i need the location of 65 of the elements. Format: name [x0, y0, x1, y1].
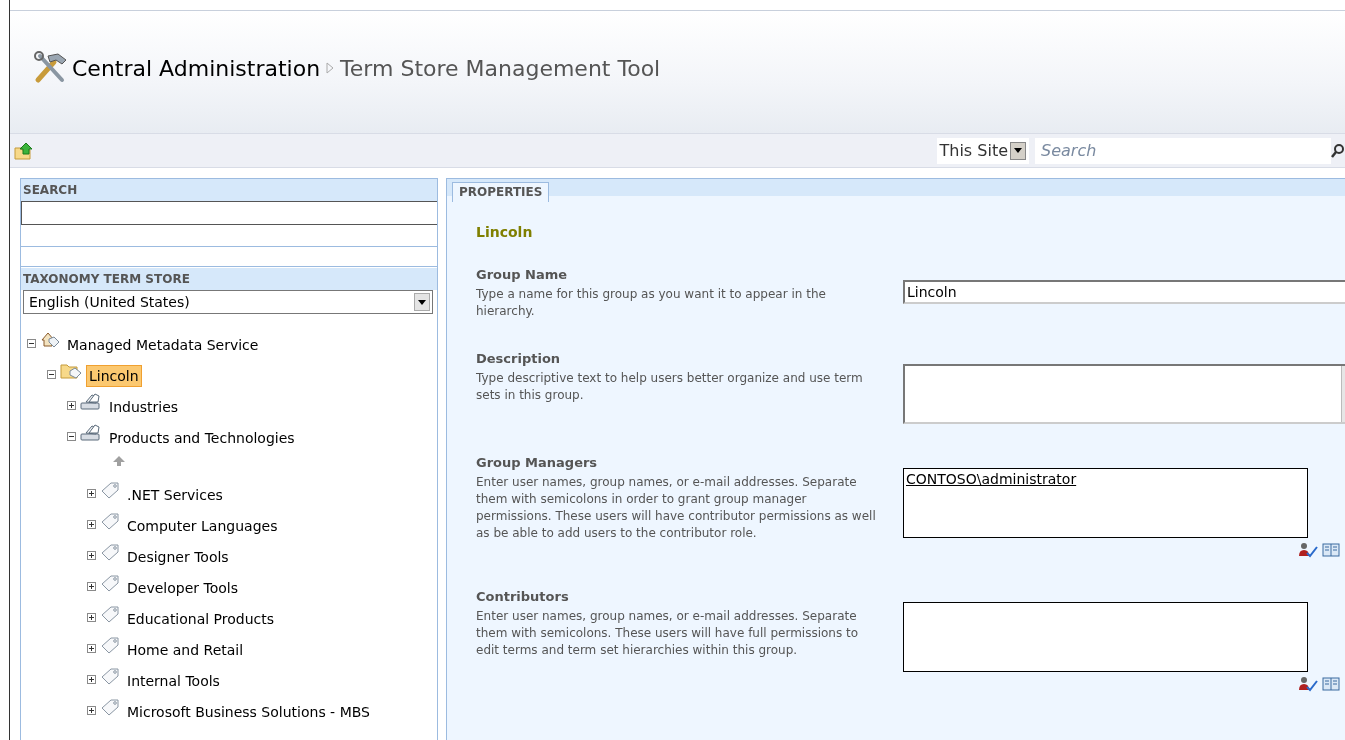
expand-icon[interactable]: [87, 675, 96, 684]
address-book-icon[interactable]: [1322, 542, 1340, 558]
tag-icon: [100, 543, 120, 561]
tag-icon: [100, 605, 120, 623]
expand-icon[interactable]: [87, 489, 96, 498]
tag-icon: [100, 636, 120, 654]
check-names-icon[interactable]: [1298, 542, 1318, 558]
scrollbar[interactable]: [1341, 366, 1345, 422]
tag-icon: [100, 512, 120, 530]
search-icon[interactable]: [1331, 142, 1345, 159]
group-heading: Lincoln: [476, 223, 533, 242]
check-names-icon[interactable]: [1298, 676, 1318, 692]
people-picker-field[interactable]: [903, 602, 1308, 672]
scope-dropdown[interactable]: This Site: [936, 137, 1029, 164]
breadcrumb-link[interactable]: Central Administration: [72, 51, 321, 85]
tree-item[interactable]: Lincoln: [86, 365, 142, 387]
language-dropdown[interactable]: English (United States): [23, 290, 433, 314]
tree-item[interactable]: Developer Tools: [124, 577, 241, 599]
folder-tag-icon: [60, 362, 82, 380]
tree-item[interactable]: Educational Products: [124, 608, 278, 630]
tag-icon: [100, 481, 120, 499]
collapse-icon[interactable]: [27, 339, 36, 348]
tag-icon: [100, 574, 120, 592]
properties-tab[interactable]: PROPERTIES: [452, 182, 550, 202]
expand-icon[interactable]: [87, 582, 96, 591]
section-description: Type a name for this group as you want it to appear in the hierarchy.: [476, 286, 827, 320]
tree-item[interactable]: Computer Languages: [124, 515, 281, 537]
tree-item[interactable]: .NET Services: [124, 484, 226, 506]
section-title: Description: [476, 350, 562, 368]
up-arrow-icon[interactable]: [112, 455, 126, 467]
search-panel-header: SEARCH: [21, 179, 437, 201]
people-picker-field[interactable]: CONTOSO\administrator: [903, 468, 1308, 538]
textarea-field[interactable]: [903, 364, 1345, 424]
search-field[interactable]: Search: [1035, 137, 1331, 164]
section-title: Group Name: [476, 266, 569, 284]
tree-item[interactable]: Home and Retail: [124, 639, 247, 661]
collapse-icon[interactable]: [67, 432, 76, 441]
tree-item[interactable]: Managed Metadata Service: [64, 334, 262, 356]
section-description: Enter user names, group names, or e-mail addresses. Separate them with semicolons. These users will have full permissions to edit terms and term set hierarchies within this group.: [476, 608, 860, 659]
expand-icon[interactable]: [87, 613, 96, 622]
expand-icon[interactable]: [87, 706, 96, 715]
tag-stack-icon: [80, 393, 102, 411]
page-title: Term Store Management Tool: [340, 54, 661, 83]
expand-icon[interactable]: [67, 401, 76, 410]
tree-item[interactable]: Designer Tools: [124, 546, 232, 568]
address-book-icon[interactable]: [1322, 676, 1340, 692]
expand-icon[interactable]: [87, 551, 96, 560]
expand-icon[interactable]: [87, 520, 96, 529]
section-description: Type descriptive text to help users better organize and use term sets in this group.: [476, 370, 864, 404]
expand-icon[interactable]: [87, 644, 96, 653]
text-field[interactable]: Lincoln: [903, 280, 1345, 304]
tree-item[interactable]: Microsoft Business Solutions - MBS: [124, 701, 373, 723]
tree-item[interactable]: Industries: [106, 396, 182, 418]
tree-search-field[interactable]: [21, 201, 437, 225]
section-title: Group Managers: [476, 454, 599, 472]
collapse-icon[interactable]: [47, 370, 56, 379]
term-store-panel-header: TAXONOMY TERM STORE: [21, 268, 437, 290]
tag-stack-icon: [80, 424, 102, 442]
section-description: Enter user names, group names, or e-mail addresses. Separate them with semicolons in order to grant group manager permissions. These users will have contributor permissions as well as be able to add users to the contributor role.: [476, 474, 877, 542]
tree-item[interactable]: Products and Technologies: [106, 427, 298, 449]
section-title: Contributors: [476, 588, 570, 606]
tree-item[interactable]: Internal Tools: [124, 670, 223, 692]
tag-icon: [100, 698, 120, 716]
tag-icon: [100, 667, 120, 685]
folder-up-icon[interactable]: [14, 141, 34, 160]
